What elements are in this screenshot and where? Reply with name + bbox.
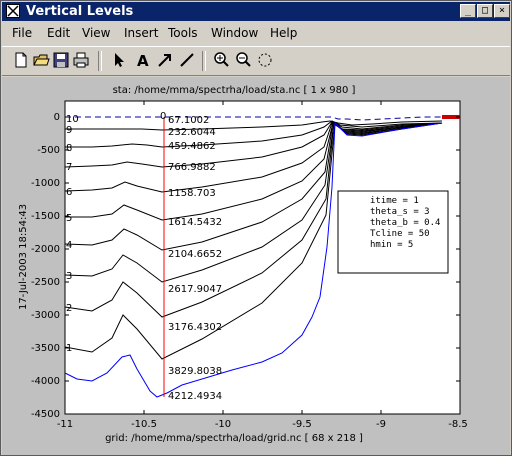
menu-file[interactable]: File [12,26,32,40]
infobox-line: theta_b = 0.4 [370,218,440,228]
x-tick-label: -8.5 [448,419,468,430]
y-tick-label: -1500 [31,211,60,222]
edge-label: 6 [66,187,72,198]
insert-text-icon[interactable]: A [134,51,152,70]
app-icon [6,4,20,18]
x-axis: -11 -10.5 -10 -9.5 -9 -8.5 [57,419,468,430]
edge-label: 2 [66,303,72,314]
infobox-line: hmin = 5 [370,240,413,250]
zoom-out-icon[interactable] [234,51,252,69]
x-tick-label: -9 [376,419,386,430]
title-bar[interactable]: Vertical Levels _ □ × [2,2,510,21]
minimize-button[interactable]: _ [460,4,476,18]
menu-bar: File Edit View Insert Tools Window Help [2,22,510,44]
open-folder-icon[interactable] [32,51,50,69]
toolbar: A [2,46,510,76]
y-axis: 0 -500 -1000 -1500 -2000 -2500 -3000 -35… [31,112,60,420]
edge-label: 3 [66,271,72,282]
level-label: 766.9882 [168,162,216,173]
y-tick-label: -4000 [31,376,60,387]
y-tick-label: 0 [54,112,60,123]
infobox-line: itime = 1 [370,196,419,206]
level-label: 3176.4302 [168,322,222,333]
level-label: 4212.4934 [168,391,222,402]
x-tick-label: -9.5 [292,419,312,430]
x-tick-label: -10.5 [131,419,157,430]
menu-insert[interactable]: Insert [124,26,158,40]
edge-label: 9 [66,125,72,136]
menu-window[interactable]: Window [211,26,258,40]
y-tick-label: -2000 [31,244,60,255]
x-tick-label: -11 [57,419,73,430]
insert-arrow-icon[interactable] [156,51,174,69]
print-icon[interactable] [72,51,90,69]
toolbar-separator [98,51,102,71]
edge-label: 5 [66,213,72,224]
y-axis-label: 17-Jul-2003 18:54:43 [18,204,29,310]
y-tick-label: -500 [37,145,60,156]
close-button[interactable]: × [494,4,510,18]
y-tick-label: -3000 [31,310,60,321]
level-label: 67.1002 [168,115,209,126]
level-label: 2104.6652 [168,249,222,260]
level-label: 3829.8038 [168,366,222,377]
x-axis-label: grid: /home/mma/spectrha/load/grid.nc [ … [105,433,363,444]
y-tick-label: -4500 [31,409,60,420]
maximize-button[interactable]: □ [477,4,493,18]
edge-label: 8 [66,143,72,154]
application-window: Vertical Levels _ □ × File Edit View Ins… [0,0,512,456]
select-arrow-icon[interactable] [110,51,128,69]
level-label: 1158.703 [168,188,216,199]
zoom-in-icon[interactable] [212,51,230,69]
infobox-line: theta_s = 3 [370,207,430,217]
toolbar-separator [202,51,206,71]
level-label: 2617.9047 [168,284,222,295]
y-tick-label: -1000 [31,178,60,189]
new-file-icon[interactable] [12,51,30,69]
y-tick-label: -3500 [31,343,60,354]
y-tick-label: -2500 [31,277,60,288]
level-label: 232.6044 [168,127,216,138]
save-icon[interactable] [52,51,70,69]
level-label: 459.4862 [168,141,216,152]
menu-edit[interactable]: Edit [47,26,70,40]
edge-label: 7 [66,162,72,173]
figure-canvas: sta: /home/mma/spectrha/load/sta.nc [ 1 … [2,77,510,455]
svg-text:A: A [137,52,149,69]
menu-tools[interactable]: Tools [168,26,198,40]
level-label: 1614.5432 [168,217,222,228]
zero-label: 0 [160,111,166,122]
plot-svg: sta: /home/mma/spectrha/load/sta.nc [ 1 … [18,85,468,444]
infobox-line: Tcline = 50 [370,229,430,239]
window-title: Vertical Levels [26,4,134,19]
parameter-infobox: itime = 1 theta_s = 3 theta_b = 0.4 Tcli… [337,190,449,274]
edge-label: 10 [66,114,79,125]
rotate-icon[interactable] [256,51,274,69]
menu-view[interactable]: View [82,26,110,40]
insert-line-icon[interactable] [178,51,196,69]
plot-title: sta: /home/mma/spectrha/load/sta.nc [ 1 … [113,85,356,96]
x-tick-label: -10 [215,419,231,430]
menu-help[interactable]: Help [270,26,297,40]
